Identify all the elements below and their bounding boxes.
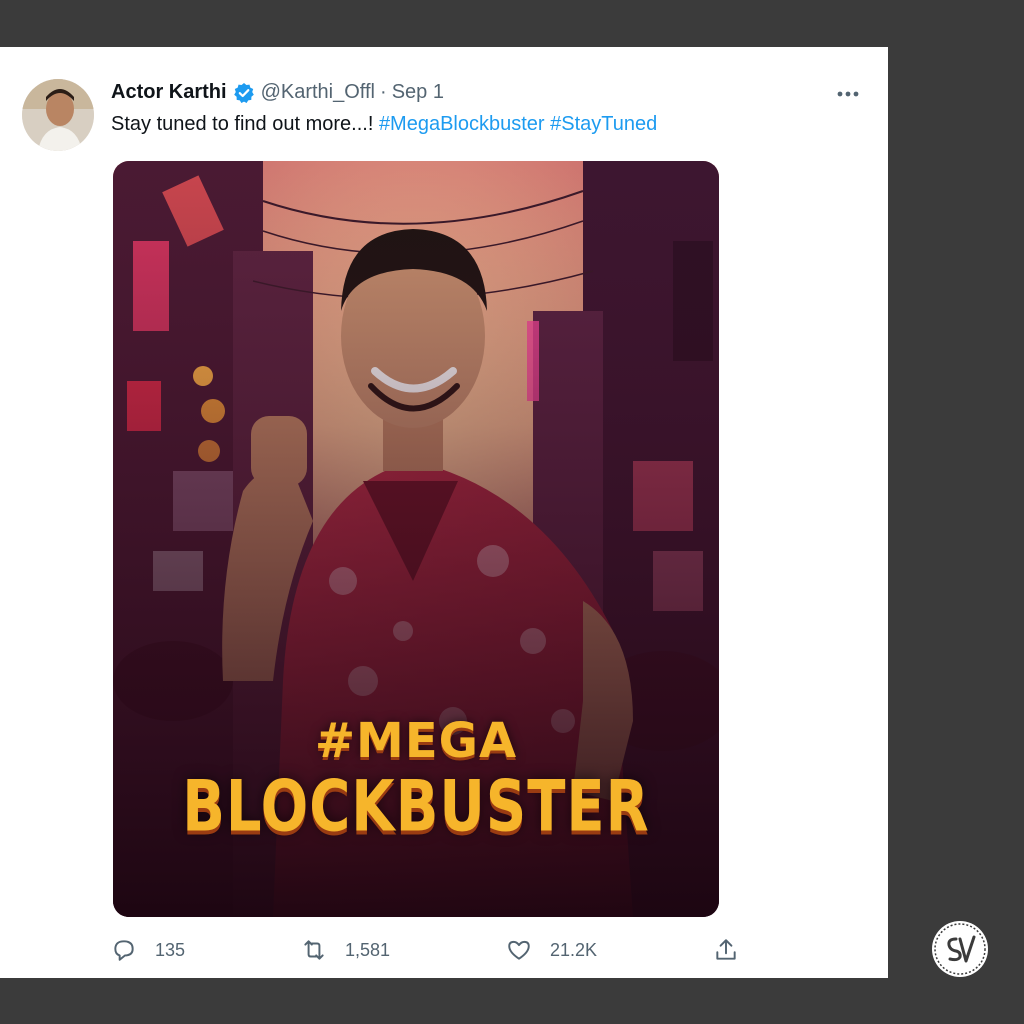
retweet-count: 1,581 <box>345 939 391 960</box>
author-name[interactable]: Actor Karthi <box>111 81 227 104</box>
tweet-text-plain: Stay tuned to find out more...! <box>111 113 379 135</box>
reply-icon <box>114 940 134 961</box>
hashtag-mega-blockbuster[interactable]: #MegaBlockbuster <box>379 113 545 135</box>
reply-count: 135 <box>155 939 186 960</box>
tweet-text: Stay tuned to find out more...! #MegaBlo… <box>111 113 657 136</box>
verified-badge-icon <box>233 82 255 104</box>
poster-title-line2: BLOCKBUSTER <box>182 766 650 849</box>
tweet-actions: 135 1,581 21.2K <box>111 933 751 967</box>
tweet-card: Actor Karthi @Karthi_Offl · Sep 1 Stay t… <box>0 47 888 978</box>
more-options-icon[interactable] <box>834 83 862 105</box>
like-icon <box>508 940 530 960</box>
like-button[interactable]: 21.2K <box>506 933 597 967</box>
avatar[interactable] <box>22 79 94 151</box>
like-count: 21.2K <box>550 939 598 960</box>
separator-dot: · <box>380 81 387 103</box>
tweet-media-image[interactable]: #MEGA BLOCKBUSTER <box>113 161 719 917</box>
sv-logo-icon <box>930 919 990 979</box>
avatar-photo <box>22 79 94 151</box>
tweet-header: Actor Karthi @Karthi_Offl · Sep 1 <box>111 81 444 104</box>
share-button[interactable] <box>713 933 757 967</box>
hashtag-stay-tuned[interactable]: #StayTuned <box>550 113 657 135</box>
retweet-button[interactable]: 1,581 <box>301 933 390 967</box>
author-handle[interactable]: @Karthi_Offl <box>261 81 375 104</box>
share-icon <box>716 939 736 960</box>
retweet-icon <box>304 940 324 960</box>
reply-button[interactable]: 135 <box>111 933 185 967</box>
tweet-date[interactable]: Sep 1 <box>392 81 444 104</box>
poster-title-line1: #MEGA <box>314 713 518 769</box>
